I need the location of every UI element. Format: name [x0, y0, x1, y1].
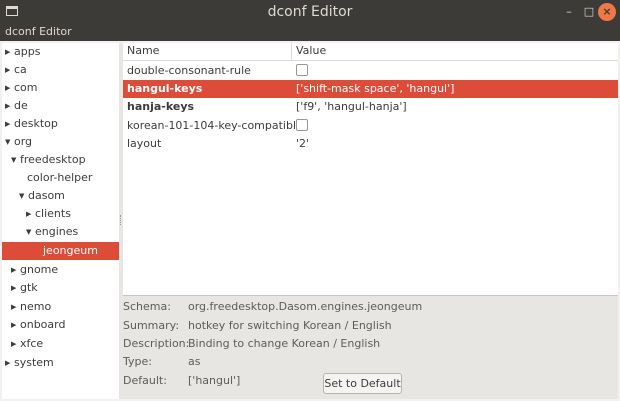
key-name: hanja-keys [127, 100, 195, 113]
tree-item-label: onboard [20, 318, 66, 331]
tree-item-label: ca [14, 63, 27, 76]
expander-collapsed-icon[interactable]: ▶ [5, 43, 14, 61]
expander-collapsed-icon[interactable]: ▶ [11, 316, 20, 334]
summary-label: Summary: [123, 319, 180, 332]
tree-item-label: jeongeum [43, 244, 98, 257]
tree-item-label: org [14, 135, 33, 148]
value-checkbox[interactable] [296, 64, 308, 76]
expander-collapsed-icon[interactable]: ▶ [11, 279, 20, 297]
expander-collapsed-icon[interactable]: ▶ [11, 261, 20, 279]
column-header-name[interactable]: Name [127, 44, 159, 57]
type-label: Type: [123, 355, 152, 368]
expander-expanded-icon[interactable]: ▼ [11, 151, 20, 169]
expander-collapsed-icon[interactable]: ▶ [11, 298, 20, 316]
default-value: ['hangul'] [188, 374, 241, 387]
minimize-icon[interactable]: – [560, 3, 578, 21]
key-name: korean-101-104-key-compatible [127, 119, 303, 132]
default-label: Default: [123, 374, 167, 387]
set-to-default-button[interactable]: Set to Default [323, 373, 402, 394]
description-value: Binding to change Korean / English [188, 337, 381, 350]
key-row-hanja-keys[interactable]: hanja-keys ['f9', 'hangul-hanja'] [123, 98, 618, 116]
expander-expanded-icon[interactable]: ▼ [26, 223, 35, 241]
tree-item-desktop[interactable]: ▶ desktop [2, 115, 122, 133]
tree-item-de[interactable]: ▶ de [2, 97, 122, 115]
tree-item-system[interactable]: ▶ system [2, 354, 122, 372]
tree-item-label: dasom [28, 189, 65, 202]
close-icon[interactable]: × [598, 3, 616, 21]
tree-item-gnome[interactable]: ▶ gnome [2, 261, 128, 279]
key-value[interactable]: '2' [296, 135, 309, 153]
tree-item-label: engines [35, 225, 79, 238]
expander-collapsed-icon[interactable]: ▶ [26, 205, 35, 223]
tree-item-label: gtk [20, 281, 38, 294]
tree-item-label: xfce [20, 337, 44, 350]
schema-tree[interactable]: ▶ apps ▶ ca ▶ com ▶ de ▶ desktop ▼ org ▼ freede… [2, 43, 120, 399]
window-titlebar: dconf Editor – □ × [0, 0, 620, 24]
window-title: dconf Editor [267, 4, 353, 20]
summary-value: hotkey for switching Korean / English [188, 319, 392, 332]
maximize-icon[interactable]: □ [580, 3, 598, 21]
list-header: Name Value [123, 43, 618, 61]
tree-item-jeongeum[interactable]: jeongeum [2, 242, 119, 260]
tree-item-onboard[interactable]: ▶ onboard [2, 316, 128, 334]
key-row-hangul-keys[interactable]: hangul-keys ['shift-mask space', 'hangul… [123, 80, 618, 98]
key-row-double-consonant-rule[interactable]: double-consonant-rule [123, 62, 618, 80]
tree-item-ca[interactable]: ▶ ca [2, 61, 122, 79]
tree-item-label: apps [14, 45, 41, 58]
app-menu[interactable]: dconf Editor [5, 25, 72, 38]
tree-item-label: clients [35, 207, 71, 220]
column-header-value[interactable]: Value [296, 44, 326, 57]
key-name: double-consonant-rule [127, 64, 251, 77]
expander-collapsed-icon[interactable]: ▶ [5, 79, 14, 97]
key-list[interactable]: Name Value double-consonant-rule hangul-… [123, 43, 618, 296]
expander-collapsed-icon[interactable]: ▶ [5, 354, 14, 372]
key-details-panel: Schema: org.freedesktop.Dasom.engines.je… [123, 296, 618, 399]
tree-item-label: desktop [14, 117, 58, 130]
tree-item-label: com [14, 81, 38, 94]
expander-collapsed-icon[interactable]: ▶ [11, 335, 20, 353]
tree-item-label: gnome [20, 263, 59, 276]
tree-item-org[interactable]: ▼ org [2, 133, 122, 151]
tree-item-xfce[interactable]: ▶ xfce [2, 335, 128, 353]
column-separator[interactable] [291, 43, 292, 60]
tree-item-label: freedesktop [20, 153, 86, 166]
key-row-layout[interactable]: layout '2' [123, 135, 618, 153]
tree-item-freedesktop[interactable]: ▼ freedesktop [2, 151, 128, 169]
menu-bar: dconf Editor [0, 24, 620, 41]
tree-item-label: system [14, 356, 54, 369]
expander-expanded-icon[interactable]: ▼ [5, 133, 14, 151]
key-value[interactable]: ['shift-mask space', 'hangul'] [296, 80, 454, 98]
expander-collapsed-icon[interactable]: ▶ [5, 115, 14, 133]
expander-collapsed-icon[interactable]: ▶ [5, 61, 14, 79]
tree-item-com[interactable]: ▶ com [2, 79, 122, 97]
expander-expanded-icon[interactable]: ▼ [19, 187, 28, 205]
description-label: Description: [123, 337, 190, 350]
tree-item-label: nemo [20, 300, 52, 313]
type-value: as [188, 355, 201, 368]
tree-item-nemo[interactable]: ▶ nemo [2, 298, 128, 316]
key-row-korean-101-104-key-compatible[interactable]: korean-101-104-key-compatible [123, 117, 618, 135]
tree-item-apps[interactable]: ▶ apps [2, 43, 122, 61]
expander-collapsed-icon[interactable]: ▶ [5, 97, 14, 115]
tree-item-dasom[interactable]: ▼ dasom [2, 187, 136, 205]
key-name: layout [127, 137, 162, 150]
tree-item-label: de [14, 99, 28, 112]
key-name: hangul-keys [127, 82, 203, 95]
tree-item-gtk[interactable]: ▶ gtk [2, 279, 128, 297]
schema-label: Schema: [123, 300, 171, 313]
schema-value: org.freedesktop.Dasom.engines.jeongeum [188, 300, 423, 313]
key-value[interactable]: ['f9', 'hangul-hanja'] [296, 98, 407, 116]
value-checkbox[interactable] [296, 119, 308, 131]
tree-item-label: color-helper [27, 171, 93, 184]
